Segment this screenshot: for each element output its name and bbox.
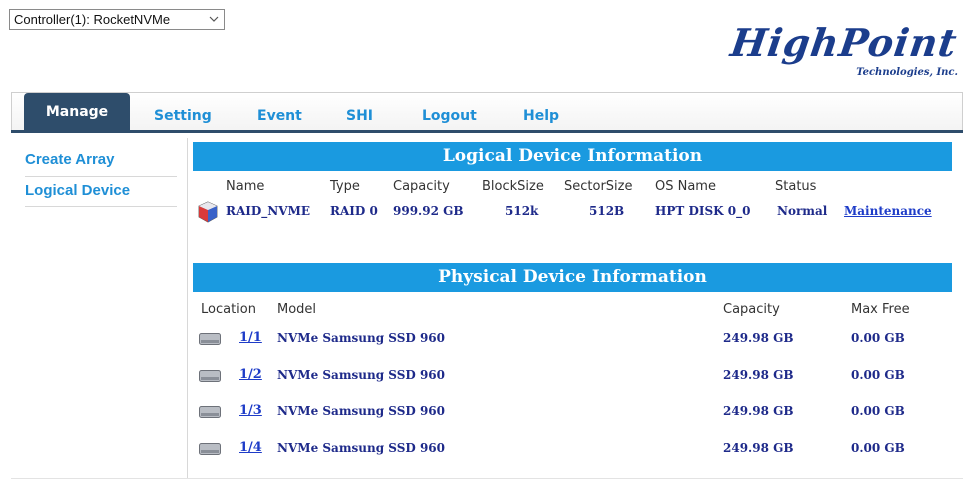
nav-underline <box>11 130 963 133</box>
logo-main-text: HighPoint <box>727 20 961 65</box>
logical-device-header: Logical Device Information <box>193 142 952 171</box>
pd-model: NVMe Samsung SSD 960 <box>277 404 445 418</box>
sidebar: Create Array Logical Device <box>11 138 188 478</box>
pd-model: NVMe Samsung SSD 960 <box>277 441 445 455</box>
logical-status: Normal <box>777 204 828 218</box>
col-header-location: Location <box>201 302 256 317</box>
sidebar-divider <box>25 206 177 207</box>
pd-capacity: 249.98 GB <box>723 368 794 382</box>
logical-osname: HPT DISK 0_0 <box>655 204 751 218</box>
col-header-model: Model <box>277 302 317 317</box>
location-link[interactable]: 1/1 <box>239 330 262 345</box>
logical-sectorsize: 512B <box>589 204 625 218</box>
pd-model: NVMe Samsung SSD 960 <box>277 368 445 382</box>
col-header-name: Name <box>226 179 265 194</box>
pd-maxfree: 0.00 GB <box>851 368 905 382</box>
pd-maxfree: 0.00 GB <box>851 331 905 345</box>
logical-blocksize: 512k <box>505 204 539 218</box>
sidebar-divider <box>25 176 177 177</box>
col-header-osname: OS Name <box>655 179 716 194</box>
controller-select-value: Controller(1): RocketNVMe <box>14 12 171 27</box>
col-header-maxfree: Max Free <box>851 302 910 317</box>
disk-icon <box>199 370 221 382</box>
pd-model: NVMe Samsung SSD 960 <box>277 331 445 345</box>
pd-capacity: 249.98 GB <box>723 331 794 345</box>
tab-logout[interactable]: Logout <box>422 101 477 131</box>
location-link[interactable]: 1/3 <box>239 403 262 418</box>
col-header-pd-capacity: Capacity <box>723 302 780 317</box>
pd-maxfree: 0.00 GB <box>851 441 905 455</box>
logical-type: RAID 0 <box>330 204 378 218</box>
logical-name: RAID_NVME <box>226 204 311 218</box>
col-header-blocksize: BlockSize <box>482 179 544 194</box>
tab-event[interactable]: Event <box>257 101 302 131</box>
tab-manage[interactable]: Manage <box>24 93 130 131</box>
highpoint-logo: HighPoint Technologies, Inc. <box>728 20 963 82</box>
pd-capacity: 249.98 GB <box>723 441 794 455</box>
physical-device-header: Physical Device Information <box>193 263 952 292</box>
main-nav: Manage Setting Event SHI Logout Help <box>11 92 963 132</box>
sidebar-item-create-array[interactable]: Create Array <box>25 151 163 168</box>
col-header-status: Status <box>775 179 817 194</box>
location-link[interactable]: 1/4 <box>239 440 262 455</box>
location-link[interactable]: 1/2 <box>239 367 262 382</box>
col-header-capacity: Capacity <box>393 179 450 194</box>
sidebar-item-logical-device[interactable]: Logical Device <box>25 182 163 199</box>
logo-sub-text: Technologies, Inc. <box>856 67 958 78</box>
bottom-divider <box>11 478 963 479</box>
col-header-type: Type <box>330 179 360 194</box>
pd-capacity: 249.98 GB <box>723 404 794 418</box>
tab-shi[interactable]: SHI <box>346 101 373 131</box>
maintenance-link[interactable]: Maintenance <box>844 204 932 218</box>
tab-setting[interactable]: Setting <box>154 101 212 131</box>
col-header-sectorsize: SectorSize <box>564 179 633 194</box>
raid-array-icon <box>198 201 218 223</box>
disk-icon <box>199 406 221 418</box>
logical-capacity: 999.92 GB <box>393 204 464 218</box>
pd-maxfree: 0.00 GB <box>851 404 905 418</box>
chevron-down-icon <box>209 16 219 22</box>
controller-select[interactable]: Controller(1): RocketNVMe <box>9 9 225 30</box>
disk-icon <box>199 333 221 345</box>
tab-help[interactable]: Help <box>523 101 559 131</box>
disk-icon <box>199 443 221 455</box>
